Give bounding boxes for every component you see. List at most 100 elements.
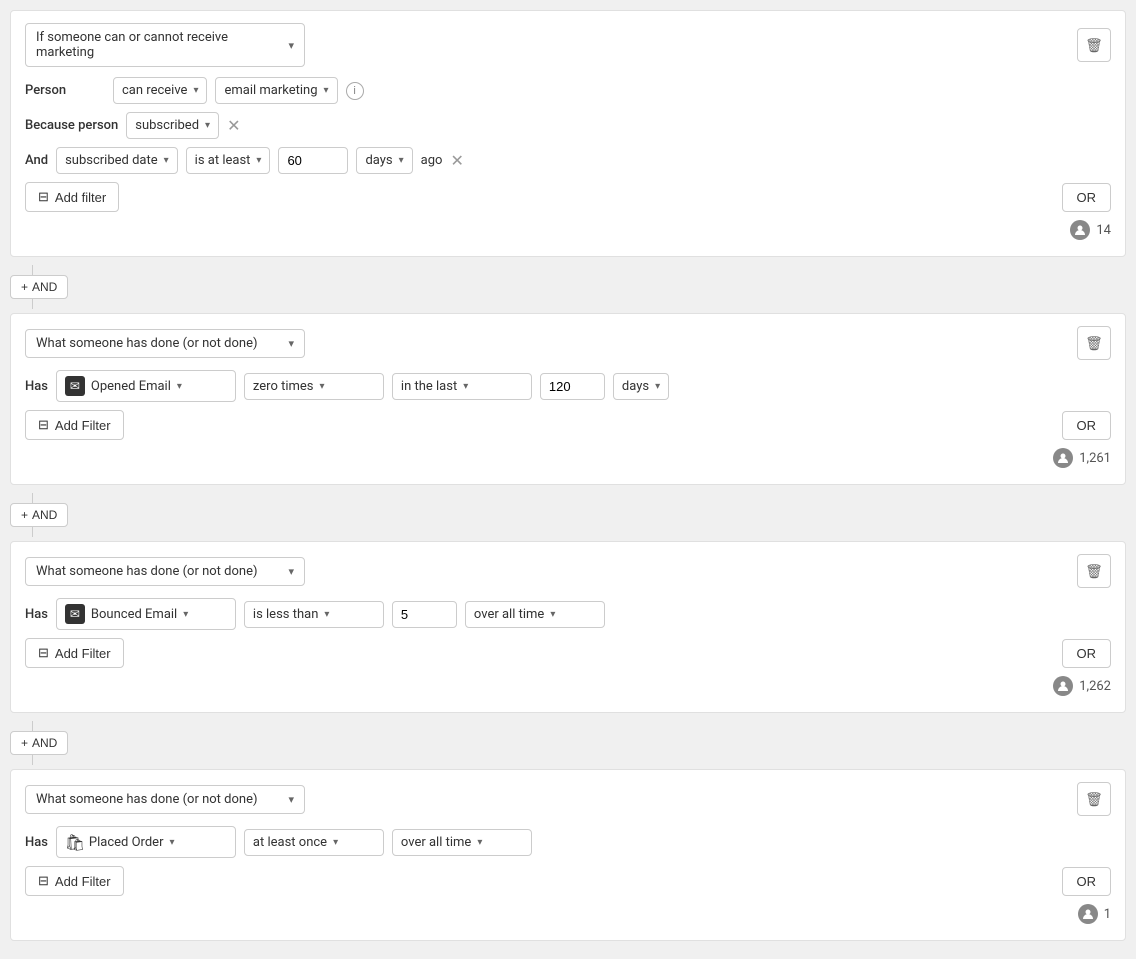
frequency-arrow-2: ▾ (320, 381, 325, 392)
and-connector-btn-1[interactable]: + AND (10, 275, 68, 299)
person-icon-1 (1070, 220, 1090, 240)
condition-header-2: What someone has done (or not done) ▾ 🗑 (25, 326, 1111, 360)
and-connector-btn-2[interactable]: + AND (10, 503, 68, 527)
main-dropdown-2[interactable]: What someone has done (or not done) ▾ (25, 329, 305, 358)
add-filter-label-3: Add Filter (55, 646, 111, 661)
and-plus-icon-2: + (21, 508, 28, 522)
delete-button-3[interactable]: 🗑 (1077, 554, 1111, 588)
or-btn-1[interactable]: OR (1062, 183, 1112, 212)
frequency-dropdown-2[interactable]: zero times ▾ (244, 373, 384, 400)
count-value-input-3[interactable] (392, 601, 457, 628)
and-plus-icon-1: + (21, 280, 28, 294)
filter-icon-1: ⊟ (38, 189, 49, 205)
subscribed-date-arrow: ▾ (164, 155, 169, 166)
can-receive-dropdown[interactable]: can receive ▾ (113, 77, 207, 104)
and-text-2: AND (32, 508, 57, 522)
time-value-input-2[interactable] (540, 373, 605, 400)
person-icon-3 (1053, 676, 1073, 696)
and-connector-btn-3[interactable]: + AND (10, 731, 68, 755)
add-filter-btn-1[interactable]: ⊟ Add filter (25, 182, 119, 212)
subscribed-dropdown[interactable]: subscribed ▾ (126, 112, 219, 139)
condition-block-3: What someone has done (or not done) ▾ 🗑 … (10, 541, 1126, 713)
main-dropdown-3[interactable]: What someone has done (or not done) ▾ (25, 557, 305, 586)
condition-header-1: If someone can or cannot receive marketi… (25, 23, 1111, 67)
person-icon-4 (1078, 904, 1098, 924)
main-dropdown-1[interactable]: If someone can or cannot receive marketi… (25, 23, 305, 67)
event-dropdown-4[interactable]: 🛍 Placed Order ▾ (56, 826, 236, 858)
delete-button-4[interactable]: 🗑 (1077, 782, 1111, 816)
connector-line-top-3 (32, 721, 33, 731)
because-close-btn[interactable]: ✕ (227, 118, 240, 134)
condition-header-4: What someone has done (or not done) ▾ 🗑 (25, 782, 1111, 816)
and-connector-2: + AND (10, 493, 1126, 537)
connector-line-top-1 (32, 265, 33, 275)
or-label-1: OR (1077, 190, 1097, 205)
days-value-input[interactable] (278, 147, 348, 174)
frequency-label-4: at least once (253, 835, 327, 850)
add-filter-btn-4[interactable]: ⊟ Add Filter (25, 866, 124, 896)
and-text-3: AND (32, 736, 57, 750)
time-range-label-4: over all time (401, 835, 471, 850)
and-connector-1: + AND (10, 265, 1126, 309)
main-dropdown-4-arrow: ▾ (288, 793, 294, 806)
and-plus-icon-3: + (21, 736, 28, 750)
connector-line-bottom-2 (32, 527, 33, 537)
page-container: If someone can or cannot receive marketi… (0, 0, 1136, 959)
or-btn-2[interactable]: OR (1062, 411, 1112, 440)
time-range-label-3: over all time (474, 607, 544, 622)
has-label-3: Has (25, 607, 48, 622)
subscribed-date-dropdown[interactable]: subscribed date ▾ (56, 147, 178, 174)
has-label-4: Has (25, 835, 48, 850)
and-text-1: AND (32, 280, 57, 294)
filter-row-3: ⊟ Add Filter OR (25, 638, 1111, 668)
event-label-3: Bounced Email (91, 607, 177, 622)
and-connector-3: + AND (10, 721, 1126, 765)
has-row-4: Has 🛍 Placed Order ▾ at least once ▾ ove… (25, 826, 1111, 858)
days-arrow: ▾ (399, 155, 404, 166)
event-dropdown-3[interactable]: ✉ Bounced Email ▾ (56, 598, 236, 630)
time-range-dropdown-3[interactable]: over all time ▾ (465, 601, 605, 628)
subscribed-label: subscribed (135, 118, 199, 133)
delete-button-2[interactable]: 🗑 (1077, 326, 1111, 360)
filter-icon-2: ⊟ (38, 417, 49, 433)
time-unit-label-2: days (622, 379, 649, 394)
main-dropdown-3-label: What someone has done (or not done) (36, 564, 258, 579)
event-arrow-3: ▾ (183, 609, 188, 620)
or-btn-4[interactable]: OR (1062, 867, 1112, 896)
time-unit-dropdown-2[interactable]: days ▾ (613, 373, 669, 400)
event-dropdown-2[interactable]: ✉ Opened Email ▾ (56, 370, 236, 402)
shopify-event-icon-4: 🛍 (65, 832, 85, 852)
add-filter-btn-3[interactable]: ⊟ Add Filter (25, 638, 124, 668)
time-range-arrow-3: ▾ (550, 609, 555, 620)
delete-button-1[interactable]: 🗑 (1077, 28, 1111, 62)
and-close-btn[interactable]: ✕ (450, 153, 463, 169)
count-row-2: 1,261 (25, 440, 1111, 470)
subscribed-date-label: subscribed date (65, 153, 158, 168)
has-label-2: Has (25, 379, 48, 394)
has-row-3: Has ✉ Bounced Email ▾ is less than ▾ ove… (25, 598, 1111, 630)
because-row: Because person subscribed ▾ ✕ (25, 112, 1111, 139)
has-row-2: Has ✉ Opened Email ▾ zero times ▾ in the… (25, 370, 1111, 402)
event-arrow-4: ▾ (169, 837, 174, 848)
filter-row-2: ⊟ Add Filter OR (25, 410, 1111, 440)
info-icon[interactable]: i (346, 82, 364, 100)
days-dropdown[interactable]: days ▾ (356, 147, 412, 174)
frequency-dropdown-4[interactable]: at least once ▾ (244, 829, 384, 856)
or-btn-3[interactable]: OR (1062, 639, 1112, 668)
is-at-least-dropdown[interactable]: is at least ▾ (186, 147, 271, 174)
time-range-arrow-4: ▾ (477, 837, 482, 848)
trash-icon-2: 🗑 (1085, 335, 1103, 352)
trash-icon-4: 🗑 (1085, 791, 1103, 808)
days-label: days (365, 153, 392, 168)
time-range-dropdown-2[interactable]: in the last ▾ (392, 373, 532, 400)
time-range-dropdown-4[interactable]: over all time ▾ (392, 829, 532, 856)
email-marketing-dropdown[interactable]: email marketing ▾ (215, 77, 337, 104)
connector-line-top-2 (32, 493, 33, 503)
connector-line-bottom-3 (32, 755, 33, 765)
or-label-2: OR (1077, 418, 1097, 433)
trash-icon-1: 🗑 (1085, 37, 1103, 54)
main-dropdown-4[interactable]: What someone has done (or not done) ▾ (25, 785, 305, 814)
count-row-1: 14 (25, 212, 1111, 242)
add-filter-btn-2[interactable]: ⊟ Add Filter (25, 410, 124, 440)
frequency-dropdown-3[interactable]: is less than ▾ (244, 601, 384, 628)
